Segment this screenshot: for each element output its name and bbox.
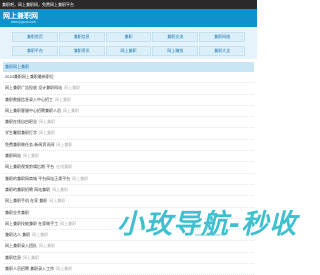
list-item-title[interactable]: 兼职数据信息录入中心招工 (5, 97, 53, 102)
list-item-tag[interactable]: 网上兼职 (63, 108, 79, 113)
list-item-title[interactable]: 兼职人员招聘 兼职录入工作 (5, 266, 54, 271)
list-item-title[interactable]: 网上兼职手机 在家 兼职 (5, 198, 47, 203)
watermark-url: www.wzdh.net (195, 232, 221, 237)
list-item[interactable]: 兼职网站 网上兼职 (3, 151, 254, 163)
main-nav: 兼职首页 兼职信息 兼职 兼职交流 兼职网络 兼职平台 兼职资讯 网上兼职 网上… (0, 27, 257, 59)
list-item-tag[interactable]: 网上兼职 (49, 198, 65, 203)
nav-item[interactable]: 兼职网络 (199, 32, 245, 42)
list-item-title[interactable]: 学生暑假兼职打字 (5, 130, 37, 135)
list-item-title[interactable]: 网上兼职技能兼职 在家做手工 (5, 221, 58, 226)
nav-item[interactable]: 兼职大全 (199, 46, 245, 56)
list-item-tag[interactable]: 网上兼职 (56, 142, 72, 147)
site-header: 网上兼职网 www.jsjzzw.com (0, 9, 257, 27)
nav-item[interactable]: 兼职交流 (152, 32, 199, 42)
list-item-tag[interactable]: 在线兼职 (56, 164, 72, 169)
top-bar-text: 兼职吧，网上兼职网，免费网上兼职平台 (2, 2, 74, 7)
list-item-tag[interactable]: 网上兼职 (39, 130, 55, 135)
list-item-title[interactable]: 兼职的兼职招聘 网站兼职 (5, 187, 50, 192)
list-item-title[interactable]: 兼职网站 (5, 153, 21, 158)
top-bar: 兼职吧，网上兼职网，免费网上兼职平台 (0, 0, 257, 9)
list-item-title[interactable]: 网上兼职广告投放 设计兼职网站 (5, 85, 62, 90)
list-item-tag[interactable]: 网上兼职 (23, 255, 39, 260)
list-item-title[interactable]: 兼职在线自由职业 (5, 119, 37, 124)
nav-item[interactable]: 兼职信息 (58, 32, 105, 42)
list-item[interactable]: 兼职的兼职招聘 网站兼职 网上兼职 (3, 185, 254, 197)
article-list: 2024兼职网上兼职最新职位 网上兼职广告投放 设计兼职网站 网上兼职 兼职数据信息录… (3, 72, 254, 275)
list-item-tag[interactable]: 网上兼职 (32, 232, 48, 237)
list-item-title[interactable]: 2024兼职网上兼职最新职位 (5, 74, 54, 79)
list-item[interactable]: 兼职信息 网上兼职 (3, 253, 254, 265)
nav-item[interactable]: 兼职首页 (12, 32, 58, 42)
list-item[interactable]: 兼职的兼职网商城 平台网站正规平台 网上兼职 (3, 174, 254, 185)
list-item[interactable]: 网上兼职录入团队 网上兼职 (3, 241, 254, 253)
list-item-tag[interactable]: 网上兼职 (23, 153, 39, 158)
list-item-tag[interactable]: 网上兼职 (64, 85, 80, 90)
list-item[interactable]: 兼职在线自由职业 网上兼职 (3, 117, 254, 129)
main-content: 兼职网上兼职 2024兼职网上兼职最新职位 网上兼职广告投放 设计兼职网站 网上兼职… (0, 62, 257, 275)
list-item[interactable]: 2024兼职网上兼职最新职位 (3, 72, 254, 84)
breadcrumb[interactable]: 兼职网上兼职 (3, 62, 254, 72)
list-item[interactable]: 网上兼职广告投放 设计兼职网站 网上兼职 (3, 83, 254, 95)
list-item[interactable]: 网上兼职视频剪辑后期 平台 在线兼职 (3, 162, 254, 174)
list-item-tag[interactable]: 网上兼职 (56, 266, 72, 271)
list-item-tag[interactable]: 网上兼职 (52, 187, 68, 192)
list-item-title[interactable]: 免费兼职做任务-新闻资讯网 (5, 142, 54, 147)
nav-item[interactable]: 兼职资讯 (58, 46, 105, 56)
list-item[interactable]: 学生暑假兼职打字 网上兼职 (3, 128, 254, 140)
nav-item[interactable]: 兼职 (105, 32, 152, 42)
list-item-title[interactable]: 网上兼职客服中心招聘兼职人员 (5, 108, 61, 113)
list-item-title[interactable]: 网上兼职录入团队 (5, 243, 37, 248)
list-item-tag[interactable]: 网上兼职 (60, 221, 76, 226)
list-item-tag[interactable]: 网上兼职 (55, 97, 71, 102)
list-item-title[interactable]: 兼职的兼职网商城 平台网站正规平台 (5, 176, 70, 181)
list-item-title[interactable]: 兼职达人 兼职 (5, 232, 30, 237)
list-item-title[interactable]: 网上兼职视频剪辑后期 平台 (5, 164, 54, 169)
watermark: 小玫导航-秒收 www.wzdh.net (117, 202, 296, 240)
list-item-title[interactable]: 兼职信息 (5, 255, 21, 260)
nav-item[interactable]: 网上赚钱 (152, 46, 199, 56)
nav-item[interactable]: 兼职平台 (12, 46, 58, 56)
list-item-tag[interactable]: 网上兼职 (39, 119, 55, 124)
list-item[interactable]: 免费兼职做任务-新闻资讯网 网上兼职 (3, 140, 254, 152)
list-item[interactable]: 网上兼职客服中心招聘兼职人员 网上兼职 (3, 106, 254, 118)
list-item-tag[interactable]: 网上兼职 (72, 176, 88, 181)
nav-item[interactable]: 网上兼职 (105, 46, 152, 56)
list-item-title[interactable]: 兼职业余兼职 (5, 210, 29, 215)
list-item-tag[interactable]: 网上兼职 (39, 243, 55, 248)
site-url: www.jsjzzw.com (11, 20, 37, 24)
list-item[interactable]: 兼职数据信息录入中心招工 网上兼职 (3, 95, 254, 106)
